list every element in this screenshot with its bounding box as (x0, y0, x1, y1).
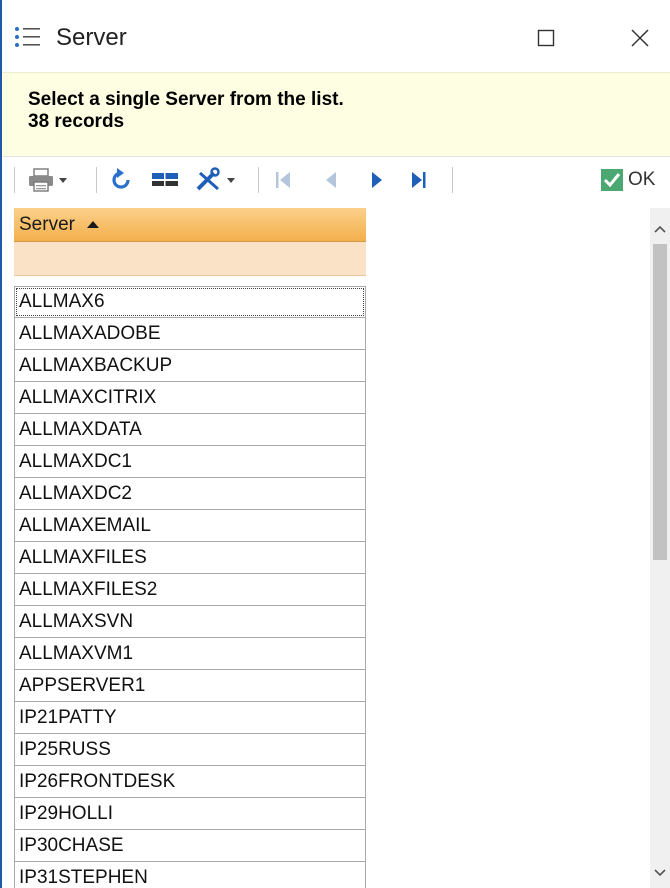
next-record-button[interactable] (366, 165, 388, 195)
record-count: 38 records (28, 111, 125, 132)
chevron-up-icon (654, 225, 666, 233)
table-row[interactable]: IP25RUSS (14, 734, 366, 766)
checkmark-icon (601, 169, 623, 191)
message-panel: Select a single Server from the list. 38… (2, 72, 670, 156)
table-row[interactable]: IP31STEPHEN (14, 862, 366, 888)
grid-area: Server ALLMAX6 ALLMAXADOBE ALLMAXBACKUP … (14, 208, 650, 888)
columns-button[interactable] (150, 165, 180, 195)
sort-ascending-icon (86, 220, 99, 228)
table-row[interactable]: IP26FRONTDESK (14, 766, 366, 798)
table-row[interactable]: ALLMAXEMAIL (14, 510, 366, 542)
tools-dropdown-icon (227, 178, 235, 183)
column-header-server[interactable]: Server (14, 208, 366, 242)
next-record-icon (372, 172, 382, 188)
last-record-icon (412, 172, 426, 188)
refresh-button[interactable] (108, 165, 134, 195)
refresh-icon (112, 168, 130, 189)
last-record-button[interactable] (408, 165, 430, 195)
server-grid: Server ALLMAX6 ALLMAXADOBE ALLMAXBACKUP … (14, 208, 366, 888)
column-header-label: Server (19, 213, 75, 235)
table-row[interactable]: ALLMAXADOBE (14, 318, 366, 350)
filter-row-input[interactable] (14, 242, 366, 276)
toolbar: OK (2, 156, 670, 202)
window-title: Server (56, 24, 127, 51)
table-row[interactable]: ALLMAXCITRIX (14, 382, 366, 414)
close-button[interactable] (620, 18, 660, 58)
vertical-scrollbar[interactable] (650, 208, 670, 888)
print-button[interactable] (26, 165, 67, 195)
table-row[interactable]: ALLMAXFILES2 (14, 574, 366, 606)
table-row[interactable]: ALLMAXSVN (14, 606, 366, 638)
previous-record-icon (326, 172, 336, 188)
close-icon (631, 29, 649, 47)
tools-icon (196, 167, 220, 191)
list-icon (15, 27, 40, 47)
table-row[interactable]: IP29HOLLI (14, 798, 366, 830)
table-row[interactable]: IP30CHASE (14, 830, 366, 862)
ok-label: OK (628, 169, 656, 190)
table-row[interactable]: ALLMAXDATA (14, 414, 366, 446)
toolbar-separator (96, 167, 97, 193)
table-row[interactable]: ALLMAX6 (14, 286, 366, 318)
table-row[interactable]: ALLMAXFILES (14, 542, 366, 574)
table-row[interactable]: APPSERVER1 (14, 670, 366, 702)
scroll-down-button[interactable] (650, 860, 670, 886)
table-row[interactable]: ALLMAXVM1 (14, 638, 366, 670)
table-row[interactable]: ALLMAXDC1 (14, 446, 366, 478)
printer-icon (29, 168, 53, 192)
maximize-icon (537, 29, 555, 47)
chevron-down-icon (654, 869, 666, 877)
instruction-text: Select a single Server from the list. (28, 89, 344, 110)
grid-rows: ALLMAX6 ALLMAXADOBE ALLMAXBACKUP ALLMAXC… (14, 286, 366, 888)
title-bar[interactable]: Server (2, 0, 670, 72)
maximize-button[interactable] (526, 18, 566, 58)
scroll-up-button[interactable] (650, 216, 670, 242)
print-dropdown-icon (59, 178, 67, 183)
toolbar-separator (452, 167, 453, 193)
columns-icon (152, 173, 178, 186)
first-record-button[interactable] (272, 165, 294, 195)
first-record-icon (276, 172, 290, 188)
ok-button[interactable]: OK (600, 165, 655, 195)
table-row[interactable]: ALLMAXBACKUP (14, 350, 366, 382)
server-picker-window: Server Select a single Server from the l… (0, 0, 670, 888)
previous-record-button[interactable] (320, 165, 342, 195)
table-row[interactable]: IP21PATTY (14, 702, 366, 734)
table-row[interactable]: ALLMAXDC2 (14, 478, 366, 510)
tools-button[interactable] (194, 165, 235, 195)
scrollbar-thumb[interactable] (653, 244, 667, 560)
toolbar-grip (14, 167, 15, 193)
toolbar-separator (258, 167, 259, 193)
